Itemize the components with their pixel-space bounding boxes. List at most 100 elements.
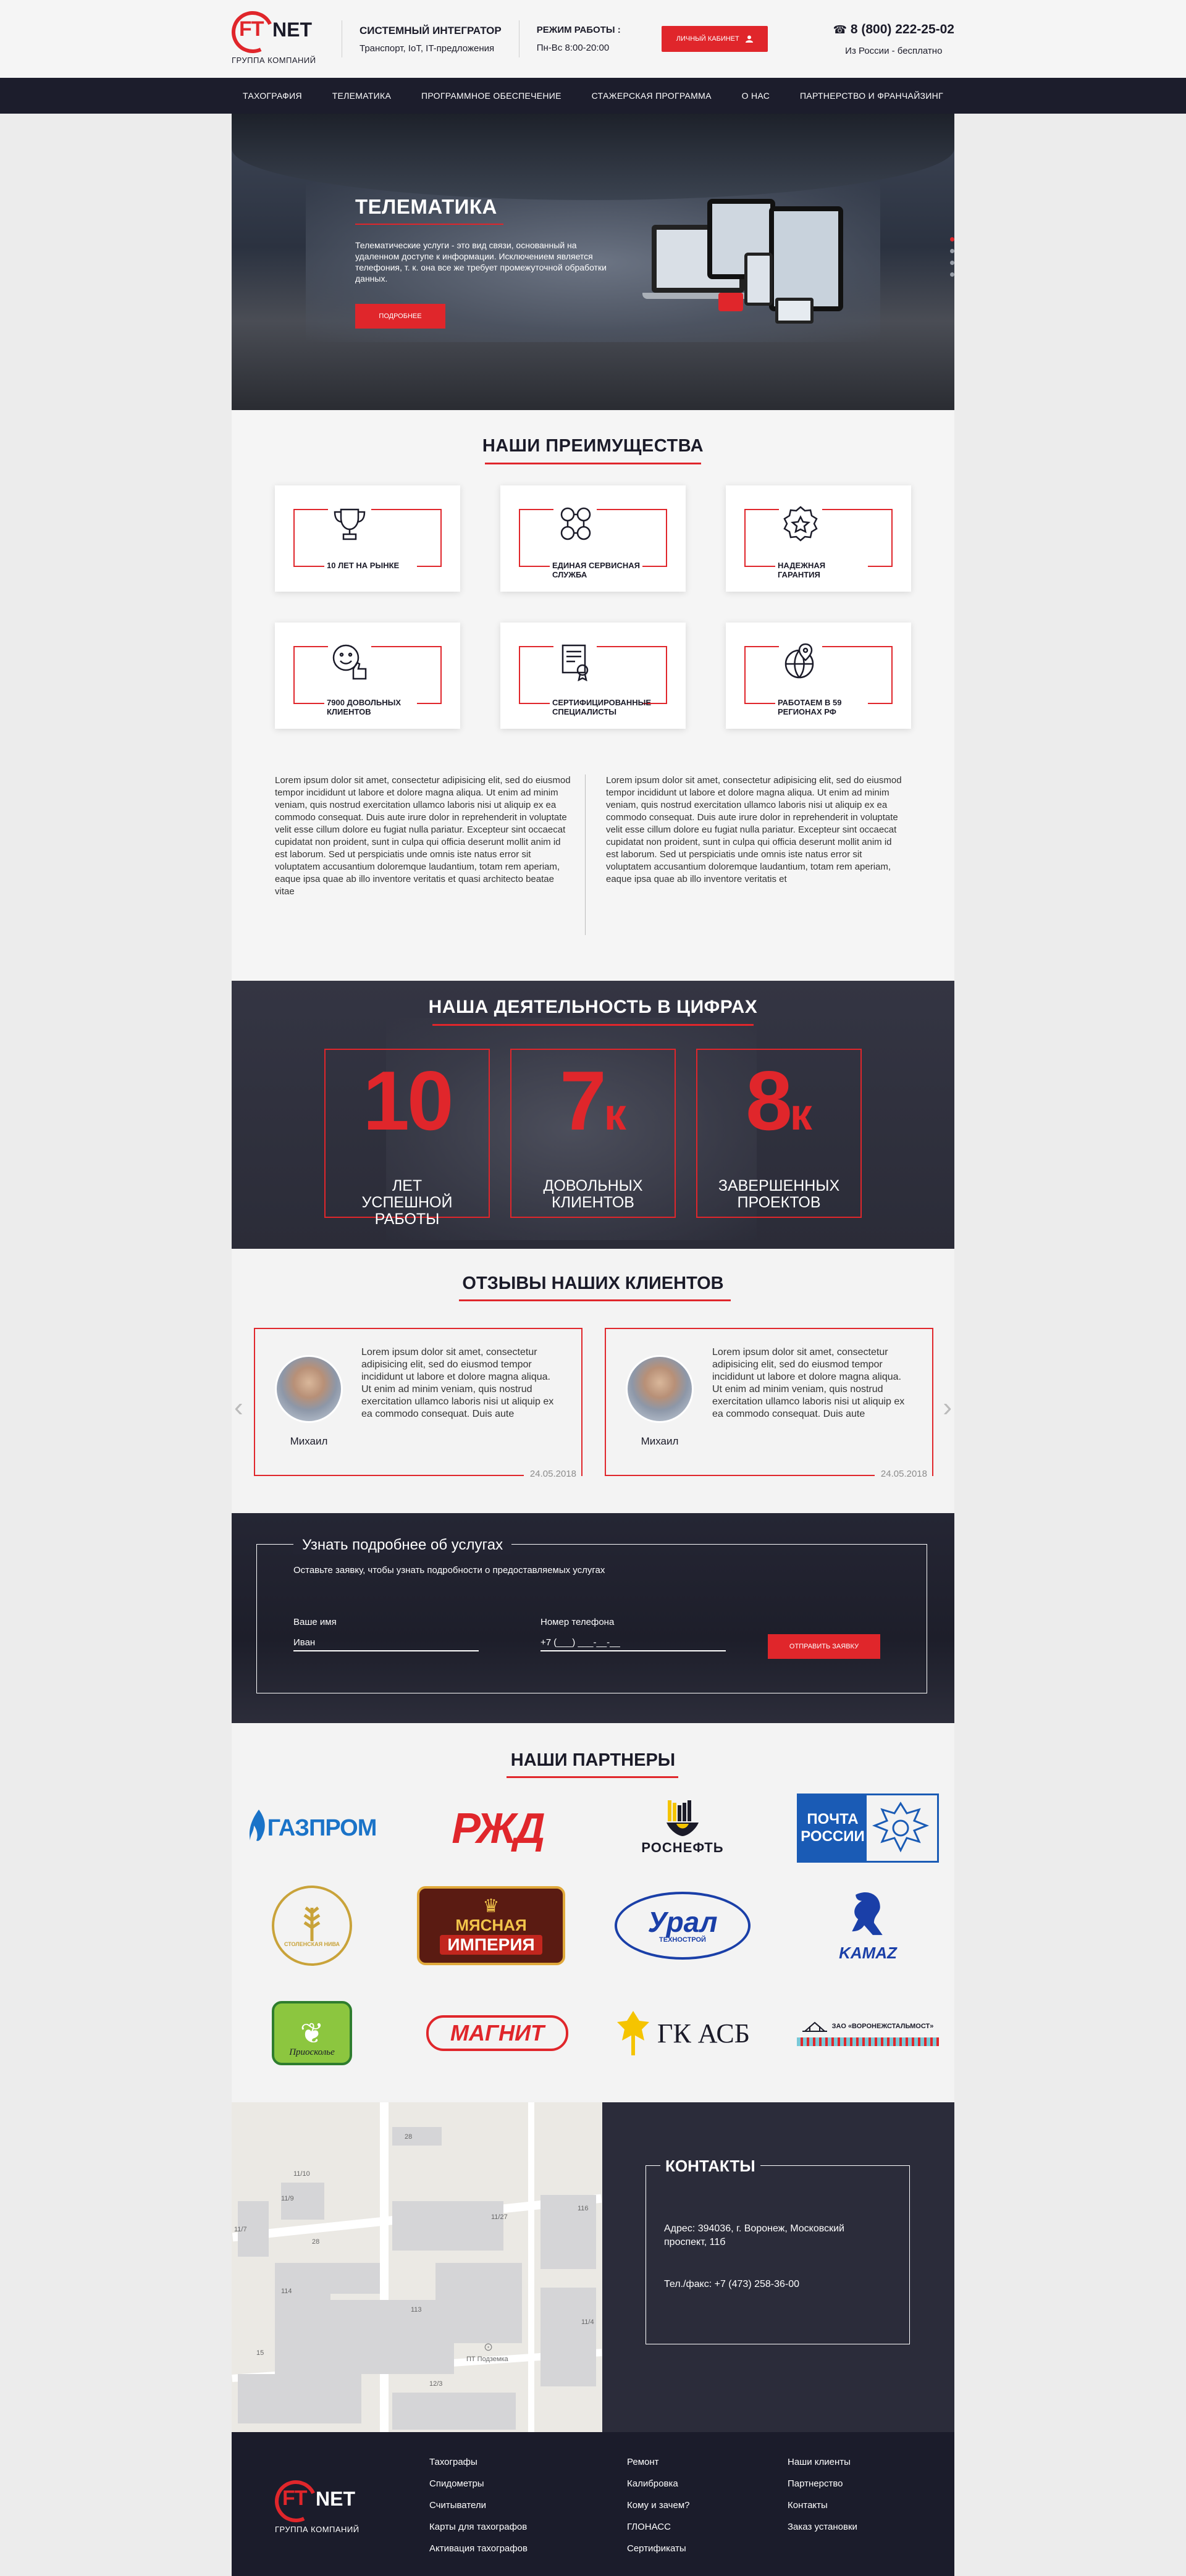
ural-emblem: Урал ТЕХНОСТРОЙ <box>615 1892 751 1960</box>
stat-box: 10 ЛЕТ УСПЕШНОЙ РАБОТЫ <box>324 1049 490 1228</box>
stat-number-value: 10 <box>363 1054 453 1147</box>
phone-number-text: 8 (800) 222-25-02 <box>850 22 954 36</box>
partner-logo-stolenskaya[interactable]: СТОЛЕНСКАЯ НИВА <box>238 1886 386 1966</box>
footer-link[interactable]: Ремонт <box>627 2457 689 2467</box>
map-label: 15 <box>256 2349 264 2357</box>
map-label: 11/10 <box>293 2170 310 2178</box>
partner-logo-myasnaya[interactable]: ♛ МЯСНАЯ ИМПЕРИЯ <box>417 1886 565 1965</box>
footer-link[interactable]: Карты для тахографов <box>429 2522 528 2532</box>
footer-link[interactable]: Заказ установки <box>788 2522 857 2532</box>
map[interactable]: 28 11/10 11/9 11/7 28 11/27 116 114 113 … <box>232 2102 602 2432</box>
partner-logo-rosneft[interactable]: РОСНЕФТЬ <box>608 1791 757 1865</box>
nav-item-telematics[interactable]: ТЕЛЕМАТИКА <box>332 91 391 101</box>
partner-logo-gk-asb[interactable]: ГК АСБ <box>608 1996 757 2070</box>
user-icon <box>745 35 753 43</box>
nav-item-tachography[interactable]: ТАХОГРАФИЯ <box>243 91 302 101</box>
slider-dot[interactable] <box>950 261 954 265</box>
personal-cabinet-button[interactable]: ЛИЧНЫЙ КАБИНЕТ <box>661 26 768 52</box>
about-text-columns: Lorem ipsum dolor sit amet, consectetur … <box>275 774 911 935</box>
reviews-prev-arrow[interactable]: ‹ <box>234 1392 243 1423</box>
map-building <box>392 2393 516 2430</box>
slider-dots <box>950 237 954 277</box>
nav-item-software[interactable]: ПРОГРАММНОЕ ОБЕСПЕЧЕНИЕ <box>421 91 561 101</box>
partner-logo-voronezhstalmost[interactable]: ЗАО «ВОРОНЕЖСТАЛЬМОСТ» <box>794 1996 942 2070</box>
partner-logo-rzd[interactable]: РЖД <box>423 1791 571 1865</box>
reviews-next-arrow[interactable]: › <box>943 1392 952 1423</box>
rosneft-text: РОСНЕФТЬ <box>641 1840 724 1855</box>
footer-column-products: Тахографы Спидометры Считыватели Карты д… <box>429 2457 528 2554</box>
footer-link[interactable]: Спидометры <box>429 2478 528 2489</box>
avatar <box>626 1355 694 1423</box>
partners-title-underline <box>507 1776 678 1778</box>
partner-logo-prioskolye[interactable]: ❦ Приосколье <box>238 1996 386 2070</box>
contacts-panel: КОНТАКТЫ Адрес: 394036, г. Воронеж, Моск… <box>602 2102 954 2432</box>
partner-logo-pochta[interactable]: ПОЧТА РОССИИ <box>794 1791 942 1865</box>
footer-logo[interactable]: FT NET ГРУППА КОМПАНИЙ <box>269 2474 368 2542</box>
contacts-frame <box>646 2165 910 2344</box>
gk-asb-text: ГК АСБ <box>657 2018 750 2049</box>
star-badge-icon <box>779 503 822 546</box>
phone-number[interactable]: ☎ 8 (800) 222-25-02 <box>833 22 954 37</box>
personal-cabinet-label: ЛИЧНЫЙ КАБИНЕТ <box>676 35 739 43</box>
advantage-label: НАДЕЖНАЯ ГАРАНТИЯ <box>775 560 868 581</box>
hero-title-underline <box>355 224 503 225</box>
phone-label: Номер телефона <box>540 1617 615 1627</box>
integrator-title: СИСТЕМНЫЙ ИНТЕГРАТОР <box>360 24 502 36</box>
advantage-label: СЕРТИФИЦИРОВАННЫЕ СПЕЦИАЛИСТЫ <box>550 697 651 718</box>
footer-link[interactable]: Считыватели <box>429 2500 528 2511</box>
map-label: 11/27 <box>491 2213 508 2221</box>
map-label: 116 <box>578 2205 589 2212</box>
send-request-button[interactable]: ОТПРАВИТЬ ЗАЯВКУ <box>768 1634 880 1659</box>
map-building <box>540 2288 596 2386</box>
map-label: 114 <box>281 2288 292 2295</box>
hero-slider: ТЕЛЕМАТИКА Телематические услуги - это в… <box>0 114 1186 410</box>
footer-link[interactable]: Калибровка <box>627 2478 689 2489</box>
advantage-card: РАБОТАЕМ В 59 РЕГИОНАХ РФ <box>726 623 911 729</box>
footer-column-company: Наши клиенты Партнерство Контакты Заказ … <box>788 2457 857 2532</box>
partner-logo-magnit[interactable]: МАГНИТ <box>423 1996 571 2070</box>
name-input[interactable] <box>293 1634 479 1651</box>
footer-link[interactable]: Кому и зачем? <box>627 2500 689 2511</box>
stat-label: ДОВОЛЬНЫХ КЛИЕНТОВ <box>543 1177 643 1211</box>
main-nav: ТАХОГРАФИЯ ТЕЛЕМАТИКА ПРОГРАММНОЕ ОБЕСПЕ… <box>0 78 1186 114</box>
partner-logo-kamaz[interactable]: KAMAZ <box>794 1889 942 1963</box>
company-logo[interactable]: FT NET ГРУППА КОМПАНИЙ <box>225 5 324 73</box>
map-label: 11/4 <box>581 2318 594 2326</box>
nav-item-about[interactable]: О НАС <box>742 91 770 101</box>
work-hours-title: РЕЖИМ РАБОТЫ : <box>536 25 621 35</box>
phone-input[interactable] <box>540 1634 726 1651</box>
stats-title: НАША ДЕЯТЕЛЬНОСТЬ В ЦИФРАХ <box>428 997 758 1017</box>
map-label: 11/7 <box>234 2226 247 2233</box>
advantages-section: НАШИ ПРЕИМУЩЕСТВА 10 ЛЕТ НА РЫНКЕ ЕДИНАЯ… <box>0 410 1186 981</box>
tablet-large-image <box>769 206 843 311</box>
kamaz-text: KAMAZ <box>839 1944 897 1962</box>
footer-link[interactable]: Тахографы <box>429 2457 528 2467</box>
request-form-section: Узнать подробнее об услугах Оставьте зая… <box>0 1513 1186 1723</box>
slider-dot-active[interactable] <box>950 237 954 241</box>
contacts-phone[interactable]: Тел./факс: +7 (473) 258-36-00 <box>664 2278 886 2291</box>
slider-dot[interactable] <box>950 249 954 253</box>
partner-logo-gazprom[interactable]: ГАЗПРОМ <box>238 1791 386 1865</box>
map-label: 113 <box>411 2306 422 2314</box>
footer-link[interactable]: ГЛОНАСС <box>627 2522 689 2532</box>
phone-device-image <box>744 253 773 306</box>
partner-logo-ural[interactable]: Урал ТЕХНОСТРОЙ <box>608 1889 757 1963</box>
contacts-address: Адрес: 394036, г. Воронеж, Московский пр… <box>664 2223 844 2247</box>
footer-link[interactable]: Сертификаты <box>627 2543 689 2554</box>
bird-icon: ❦ <box>300 2017 324 2049</box>
column-divider <box>585 774 586 935</box>
footer-link[interactable]: Наши клиенты <box>788 2457 857 2467</box>
nav-item-internship[interactable]: СТАЖЕРСКАЯ ПРОГРАММА <box>592 91 712 101</box>
voronezh-top: ЗАО «ВОРОНЕЖСТАЛЬМОСТ» <box>802 2020 933 2033</box>
stat-number: 10 <box>326 1059 489 1157</box>
footer-link[interactable]: Активация тахографов <box>429 2543 528 2554</box>
footer-link[interactable]: Партнерство <box>788 2478 857 2489</box>
magnit-text: МАГНИТ <box>426 2015 568 2051</box>
nav-item-partnership[interactable]: ПАРТНЕРСТВО И ФРАНЧАЙЗИНГ <box>800 91 943 101</box>
avatar <box>275 1355 343 1423</box>
slider-dot[interactable] <box>950 272 954 277</box>
hero-more-button[interactable]: ПОДРОБНЕЕ <box>355 304 445 329</box>
myasnaya-text-1: МЯСНАЯ <box>455 1915 527 1934</box>
map-building <box>435 2263 522 2343</box>
footer-link[interactable]: Контакты <box>788 2500 857 2511</box>
